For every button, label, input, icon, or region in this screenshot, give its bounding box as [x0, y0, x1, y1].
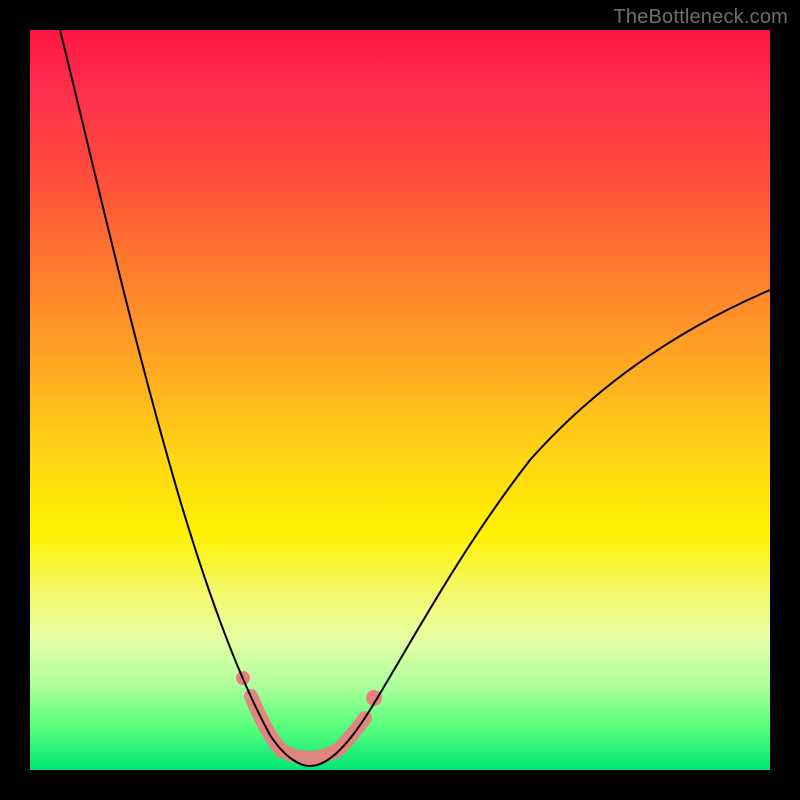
curve-left-branch: [60, 30, 310, 766]
highlight-band: [236, 671, 382, 758]
curve-right-branch: [310, 290, 770, 766]
watermark-text: TheBottleneck.com: [613, 6, 788, 29]
plot-area: [30, 30, 770, 770]
chart-svg: [30, 30, 770, 770]
chart-frame: TheBottleneck.com: [0, 0, 800, 800]
highlight-left: [251, 696, 281, 750]
